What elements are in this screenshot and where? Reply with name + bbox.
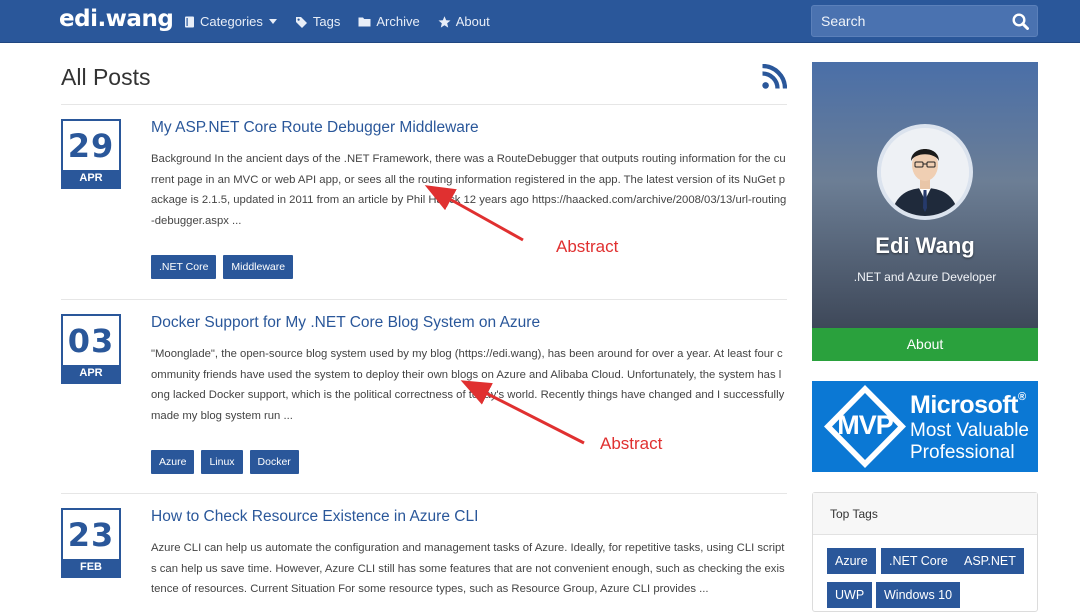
folder-icon bbox=[358, 17, 371, 27]
nav-tags-label: Tags bbox=[312, 14, 341, 29]
nav-categories-label: Categories bbox=[200, 14, 263, 29]
top-tags-title: Top Tags bbox=[813, 493, 1037, 535]
post-title[interactable]: My ASP.NET Core Route Debugger Middlewar… bbox=[151, 119, 479, 137]
date-day: 03 bbox=[67, 322, 115, 360]
post-item: 23 FEB How to Check Resource Existence i… bbox=[61, 508, 787, 598]
avatar bbox=[877, 124, 973, 220]
chevron-down-icon bbox=[268, 19, 277, 24]
rss-icon bbox=[762, 63, 788, 89]
nav-archive[interactable]: Archive bbox=[358, 14, 420, 29]
tag-icon bbox=[295, 16, 307, 28]
nav-about-label: About bbox=[455, 14, 490, 29]
post-tags: Azure Linux Docker bbox=[151, 450, 306, 474]
tag-link[interactable]: Linux bbox=[201, 450, 243, 474]
profile-card: Edi Wang .NET and Azure Developer bbox=[812, 62, 1038, 328]
profile-role: .NET and Azure Developer bbox=[853, 270, 997, 284]
main-nav: Categories Tags Archive About bbox=[184, 0, 508, 43]
date-badge: 29 APR bbox=[61, 119, 121, 189]
mvp-badge-text: MVP bbox=[837, 410, 894, 440]
date-badge: 03 APR bbox=[61, 314, 121, 384]
date-month: FEB bbox=[63, 559, 119, 576]
search-icon bbox=[1011, 12, 1029, 30]
mvp-badge[interactable]: MVP Microsoft® Most Valuable Professiona… bbox=[812, 381, 1038, 472]
top-tag-link[interactable]: ASP.NET bbox=[956, 548, 1024, 574]
top-tags-card: Top Tags Azure .NET Core ASP.NET UWP Win… bbox=[812, 492, 1038, 612]
post-item: 03 APR Docker Support for My .NET Core B… bbox=[61, 314, 787, 484]
mvp-line2: Most Valuable bbox=[910, 420, 1029, 441]
search-box bbox=[811, 5, 1038, 37]
top-navbar: edi.wang Categories Tags Archive About bbox=[0, 0, 1080, 43]
post-abstract: Background In the ancient days of the .N… bbox=[151, 153, 787, 228]
registered-mark: ® bbox=[1018, 391, 1026, 403]
divider bbox=[61, 104, 787, 105]
top-tag-link[interactable]: Windows 10 bbox=[876, 582, 961, 608]
nav-categories[interactable]: Categories bbox=[184, 14, 277, 29]
post-tags: .NET Core Middleware bbox=[151, 255, 300, 279]
divider bbox=[61, 493, 787, 494]
profile-name: Edi Wang bbox=[875, 233, 975, 258]
date-month: APR bbox=[63, 365, 119, 382]
annotation-label: Abstract bbox=[600, 434, 663, 453]
date-month: APR bbox=[63, 170, 119, 187]
tag-link[interactable]: Azure bbox=[151, 450, 195, 474]
mvp-line1: Microsoft bbox=[910, 391, 1019, 419]
nav-tags[interactable]: Tags bbox=[295, 14, 340, 29]
post-title[interactable]: How to Check Resource Existence in Azure… bbox=[151, 508, 478, 526]
date-badge: 23 FEB bbox=[61, 508, 121, 578]
tag-link[interactable]: .NET Core bbox=[151, 255, 217, 279]
book-icon bbox=[185, 16, 194, 27]
date-day: 29 bbox=[67, 127, 115, 165]
star-icon bbox=[438, 15, 451, 28]
top-tag-link[interactable]: Azure bbox=[827, 548, 876, 574]
post-abstract: Azure CLI can help us automate the confi… bbox=[151, 542, 785, 596]
search-button[interactable] bbox=[1003, 6, 1037, 36]
post-title[interactable]: Docker Support for My .NET Core Blog Sys… bbox=[151, 314, 540, 332]
search-input[interactable] bbox=[812, 13, 1003, 29]
divider bbox=[61, 299, 787, 300]
tag-link[interactable]: Middleware bbox=[223, 255, 294, 279]
tag-link[interactable]: Docker bbox=[249, 450, 299, 474]
top-tag-link[interactable]: .NET Core bbox=[881, 548, 956, 574]
about-button[interactable]: About bbox=[812, 328, 1038, 361]
annotation-label: Abstract bbox=[556, 237, 619, 256]
page-title: All Posts bbox=[61, 64, 151, 90]
nav-about[interactable]: About bbox=[438, 14, 490, 29]
post-item: 29 APR My ASP.NET Core Route Debugger Mi… bbox=[61, 119, 787, 289]
top-tag-link[interactable]: UWP bbox=[827, 582, 873, 608]
mvp-line3: Professional bbox=[910, 442, 1015, 463]
nav-archive-label: Archive bbox=[376, 14, 420, 29]
post-abstract: "Moonglade", the open-source blog system… bbox=[151, 348, 785, 423]
brand-logo[interactable]: edi.wang bbox=[59, 6, 174, 32]
date-day: 23 bbox=[67, 516, 115, 554]
rss-feed-link[interactable] bbox=[762, 63, 788, 94]
